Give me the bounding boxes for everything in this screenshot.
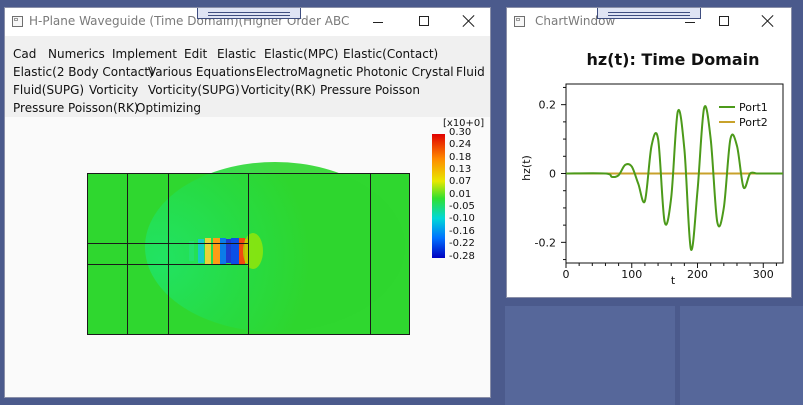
menu-item-elastic-mpc[interactable]: Elastic(MPC) [264, 47, 339, 61]
main-minimize-button[interactable] [355, 8, 401, 36]
colorbar-label: 0.18 [449, 152, 471, 163]
menu-item-various-equations[interactable]: Various Equations [148, 65, 255, 79]
minimize-icon [373, 22, 383, 23]
chart-legend-label: Port1 [739, 101, 768, 114]
colorbar [432, 134, 445, 258]
close-icon [463, 15, 475, 27]
colorbar-label: -0.22 [449, 238, 475, 249]
desktop-panel-right [680, 306, 803, 405]
colorbar-label: -0.10 [449, 213, 475, 224]
menu-item-vorticity-rk[interactable]: Vorticity(RK) [241, 83, 316, 97]
menu-item-vorticity[interactable]: Vorticity [89, 83, 138, 97]
colorbar-label: -0.05 [449, 201, 475, 212]
chart-x-tick-label: 200 [687, 268, 708, 281]
chart-legend-label: Port2 [739, 116, 768, 129]
chart-titlebar[interactable]: ChartWindow [507, 8, 791, 36]
app-window-icon [514, 16, 525, 27]
menu-item-cad[interactable]: Cad [13, 47, 36, 61]
chart-close-button[interactable] [745, 8, 791, 36]
colorbar-label: -0.28 [449, 251, 475, 262]
field-wavefront [145, 162, 405, 332]
colorbar-label: 0.13 [449, 164, 471, 175]
main-window-title: H-Plane Waveguide (Time Domain)(Higher O… [29, 14, 349, 28]
close-icon [762, 15, 774, 27]
chart-y-tick-label: 0 [549, 168, 556, 181]
chart-y-tick-label: 0.2 [539, 99, 557, 112]
chart-maximize-button[interactable] [701, 8, 747, 36]
chart-x-tick-label: 0 [563, 268, 570, 281]
menu-item-optimizing[interactable]: Optimizing [136, 101, 201, 115]
colorbar-label: 0.30 [449, 127, 471, 138]
maximize-icon [719, 16, 729, 26]
chart-title: hz(t): Time Domain [586, 50, 759, 69]
menu-item-photonic-crystal[interactable]: Photonic Crystal [356, 65, 454, 79]
menu-item-electromagnetic[interactable]: ElectroMagnetic [256, 65, 353, 79]
app-window-icon [12, 16, 23, 27]
chart-svg: hz(t): Time Domain t hz(t) 0 100 200 300 0.2… [520, 50, 784, 287]
menu-item-implement[interactable]: Implement [112, 47, 177, 61]
main-maximize-button[interactable] [401, 8, 447, 36]
chart-ylabel: hz(t) [520, 155, 533, 181]
main-window: H-Plane Waveguide (Time Domain)(Higher O… [4, 7, 491, 398]
colorbar-label: 0.07 [449, 176, 471, 187]
main-close-button[interactable] [446, 8, 490, 36]
colorbar-label: -0.16 [449, 226, 475, 237]
menu-item-fluid[interactable]: Fluid [456, 65, 485, 79]
menu-item-pressure-poisson-rk[interactable]: Pressure Poisson(RK) [13, 101, 139, 115]
chart-window: ChartWindow hz(t): Time Domain t hz(t) 0… [506, 7, 792, 298]
chart-x-tick-label: 100 [621, 268, 642, 281]
field-plot-area[interactable]: [x10+0] 0.30 0.24 0.18 0.13 0.07 0.01 -0… [5, 117, 490, 397]
chart-y-tick-label: -0.2 [535, 236, 556, 249]
field-plot-svg: [x10+0] 0.30 0.24 0.18 0.13 0.07 0.01 -0… [87, 118, 484, 335]
colorbar-label: 0.01 [449, 189, 471, 200]
chart-xlabel: t [671, 274, 676, 287]
menu-item-edit[interactable]: Edit [184, 47, 207, 61]
main-menubar: Cad Numerics Implement Edit Elastic Elas… [5, 36, 490, 117]
menu-item-elastic-contact[interactable]: Elastic(Contact) [343, 47, 438, 61]
menu-item-vorticity-supg[interactable]: Vorticity(SUPG) [148, 83, 240, 97]
maximize-icon [419, 16, 429, 26]
colorbar-label: 0.24 [449, 139, 471, 150]
chart-x-tick-label: 300 [753, 268, 774, 281]
menu-item-numerics[interactable]: Numerics [48, 47, 105, 61]
title-drag-grip-icon[interactable] [197, 8, 301, 19]
menu-item-fluid-supg[interactable]: Fluid(SUPG) [13, 83, 84, 97]
menu-item-elastic[interactable]: Elastic [217, 47, 256, 61]
main-titlebar[interactable]: H-Plane Waveguide (Time Domain)(Higher O… [5, 8, 490, 36]
menu-item-elastic-2body[interactable]: Elastic(2 Body Contact) [13, 65, 154, 79]
menu-item-pressure-poisson[interactable]: Pressure Poisson [320, 83, 420, 97]
colorbar-labels: 0.30 0.24 0.18 0.13 0.07 0.01 -0.05 -0.1… [449, 127, 475, 262]
minimize-icon [685, 22, 695, 23]
desktop-panel-left [505, 306, 675, 405]
